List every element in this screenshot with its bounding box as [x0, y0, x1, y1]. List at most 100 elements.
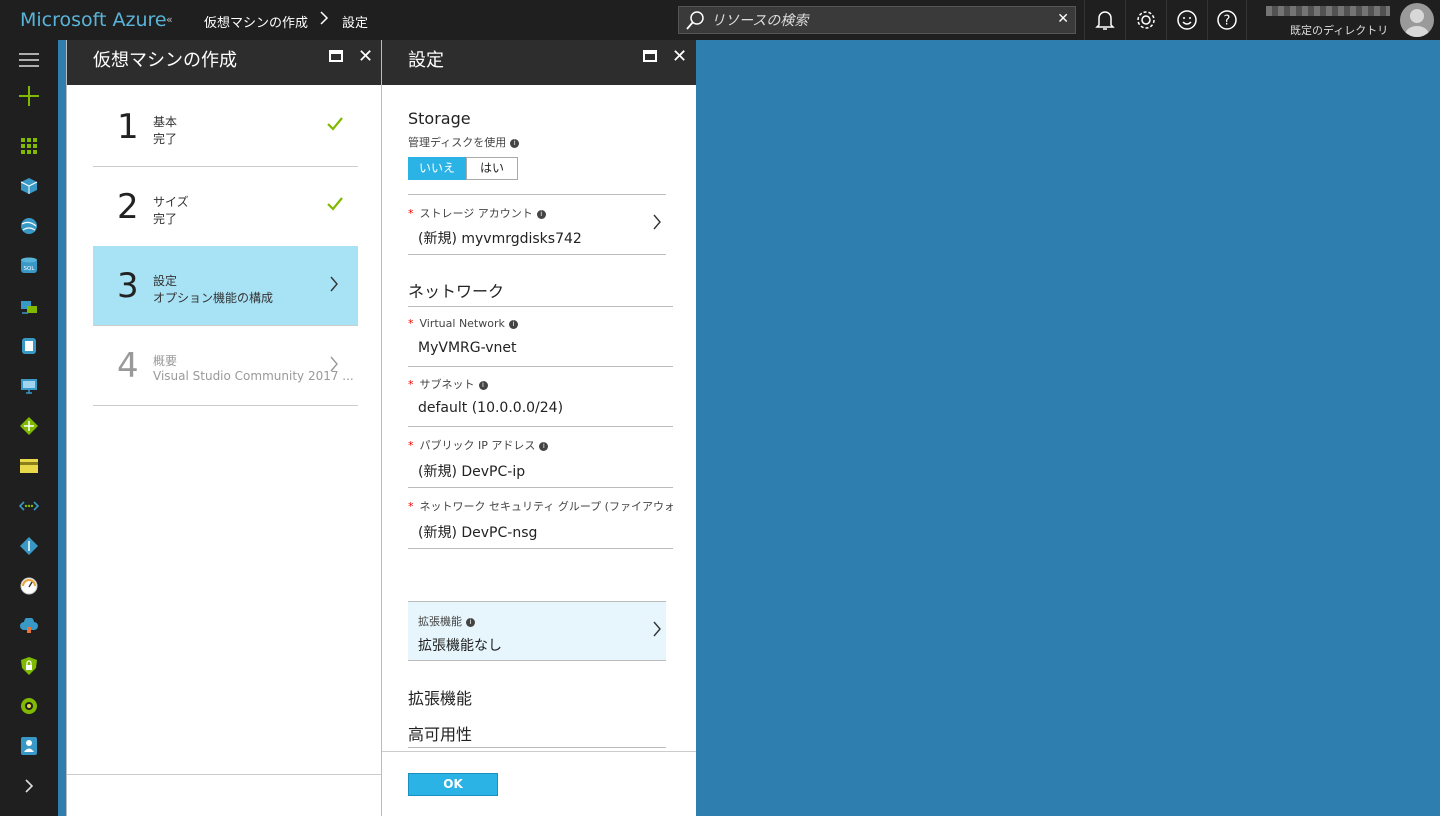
step-settings[interactable]: 3 設定 オプション機能の構成	[93, 246, 358, 326]
step-number: 3	[117, 266, 139, 306]
feedback-button[interactable]	[1166, 0, 1206, 40]
sidebar: SQL	[0, 40, 58, 816]
network-diamond-icon	[20, 537, 38, 555]
info-icon[interactable]: i	[510, 139, 520, 148]
top-bar: Microsoft Azure « 仮想マシンの作成 設定 ✕ ? 既定のディレ…	[0, 0, 1440, 40]
collapse-menu-button[interactable]: «	[166, 13, 173, 26]
search-input[interactable]	[711, 11, 1041, 31]
step-title: 基本	[153, 115, 178, 129]
sidebar-item-virtual-networks[interactable]	[0, 486, 58, 526]
nsg-label: * ネットワーク セキュリティ グループ (ファイアウォール)	[408, 498, 673, 514]
sidebar-item-virtual-machines[interactable]	[0, 366, 58, 406]
sidebar-more-button[interactable]	[0, 766, 58, 806]
create-vm-blade: 仮想マシンの作成 ✕ 1 基本 完了 2 サイズ 完了 3 設定 オプション機能…	[66, 40, 382, 816]
divider	[408, 487, 673, 488]
maximize-icon[interactable]	[643, 50, 657, 62]
search-clear-icon[interactable]: ✕	[1057, 11, 1069, 27]
dashboard-grid-icon	[21, 138, 37, 154]
info-icon[interactable]: i	[539, 442, 549, 451]
sidebar-item-advisor[interactable]	[0, 726, 58, 766]
info-icon[interactable]: i	[466, 618, 475, 627]
step-subtitle: オプション機能の構成	[153, 291, 274, 305]
blade-footer-divider	[67, 774, 381, 775]
avatar[interactable]	[1400, 3, 1434, 37]
search-box[interactable]: ✕	[678, 6, 1076, 34]
sidebar-item-monitor[interactable]	[0, 566, 58, 606]
required-mark: *	[408, 317, 414, 330]
chevron-right-icon	[653, 214, 661, 230]
checkmark-icon	[327, 197, 343, 211]
footer-divider	[382, 751, 696, 752]
sidebar-item-app-services[interactable]	[0, 206, 58, 246]
sidebar-item-networking[interactable]	[0, 526, 58, 566]
breadcrumb-settings[interactable]: 設定	[342, 12, 368, 31]
subnet-value[interactable]: default (10.0.0.0/24)	[418, 400, 563, 416]
divider	[408, 254, 666, 255]
user-name-redacted[interactable]	[1266, 6, 1390, 16]
cube-icon	[20, 178, 38, 194]
storage-icon	[22, 338, 36, 354]
extensions-value: 拡張機能なし	[418, 638, 502, 654]
required-mark: *	[408, 378, 414, 391]
sidebar-item-storage[interactable]	[0, 326, 58, 366]
divider	[408, 747, 666, 748]
search-icon	[685, 11, 705, 31]
extensions-label-text: 拡張機能	[418, 615, 462, 628]
checkmark-icon	[327, 117, 343, 131]
step-basics[interactable]: 1 基本 完了	[93, 87, 358, 167]
required-mark: *	[408, 500, 414, 513]
create-vm-blade-title: 仮想マシンの作成	[93, 50, 237, 71]
portal-brand[interactable]: Microsoft Azure	[20, 9, 167, 31]
sidebar-item-security-center[interactable]	[0, 646, 58, 686]
info-icon[interactable]: i	[536, 210, 546, 219]
sidebar-item-new[interactable]	[0, 76, 58, 116]
step-title: 概要	[153, 354, 178, 368]
required-mark: *	[408, 439, 414, 452]
breadcrumb-create-vm[interactable]: 仮想マシンの作成	[204, 12, 308, 31]
notifications-button[interactable]	[1084, 0, 1124, 40]
plus-icon	[19, 86, 39, 106]
close-blade-button[interactable]: ✕	[672, 46, 687, 67]
sidebar-item-menu[interactable]	[0, 40, 58, 80]
extensions-row[interactable]: 拡張機能 i 拡張機能なし	[408, 601, 666, 661]
sidebar-item-sql-databases[interactable]: SQL	[0, 246, 58, 286]
vnet-icon	[19, 501, 39, 511]
managed-disk-toggle: いいえ はい	[408, 157, 518, 180]
network-heading: ネットワーク	[408, 282, 505, 301]
sidebar-item-classic-vm[interactable]	[0, 286, 58, 326]
maximize-icon[interactable]	[329, 50, 343, 62]
sidebar-item-resource-groups[interactable]	[0, 166, 58, 206]
ok-button[interactable]: OK	[408, 773, 498, 796]
toggle-no-button[interactable]: いいえ	[408, 157, 466, 180]
step-size[interactable]: 2 サイズ 完了	[93, 167, 358, 247]
toggle-yes-button[interactable]: はい	[466, 157, 518, 180]
sidebar-item-cost[interactable]	[0, 686, 58, 726]
sidebar-item-dashboard[interactable]	[0, 126, 58, 166]
step-subtitle: Visual Studio Community 2017 ...	[153, 369, 354, 383]
step-summary[interactable]: 4 概要 Visual Studio Community 2017 ...	[93, 326, 358, 406]
step-subtitle: 完了	[153, 212, 178, 226]
vnet-value[interactable]: MyVMRG-vnet	[418, 340, 517, 356]
globe-icon	[21, 218, 37, 234]
help-button[interactable]: ?	[1207, 0, 1247, 40]
sidebar-item-cloud[interactable]	[0, 606, 58, 646]
card-icon	[20, 459, 38, 473]
settings-blade: 設定 ✕ Storage 管理ディスクを使用 i いいえ はい * ストレージ アカ…	[382, 40, 696, 816]
required-mark: *	[408, 207, 414, 220]
info-icon[interactable]: i	[478, 381, 488, 390]
info-icon[interactable]: i	[508, 320, 518, 329]
classic-vm-icon	[21, 301, 37, 314]
chevron-right-icon	[330, 356, 338, 372]
svg-text:?: ?	[1224, 14, 1231, 29]
settings-button[interactable]	[1125, 0, 1165, 40]
sidebar-item-load-balancers[interactable]	[0, 406, 58, 446]
public-ip-value[interactable]: (新規) DevPC-ip	[418, 461, 525, 481]
user-directory[interactable]: 既定のディレクトリ	[1290, 22, 1388, 38]
nsg-value[interactable]: (新規) DevPC-nsg	[418, 522, 537, 542]
settings-blade-header: 設定 ✕	[382, 40, 696, 85]
close-blade-button[interactable]: ✕	[358, 46, 373, 67]
shield-lock-icon	[21, 657, 37, 675]
help-icon: ?	[1217, 10, 1237, 30]
advisor-icon	[21, 737, 37, 755]
sidebar-item-subscriptions[interactable]	[0, 446, 58, 486]
